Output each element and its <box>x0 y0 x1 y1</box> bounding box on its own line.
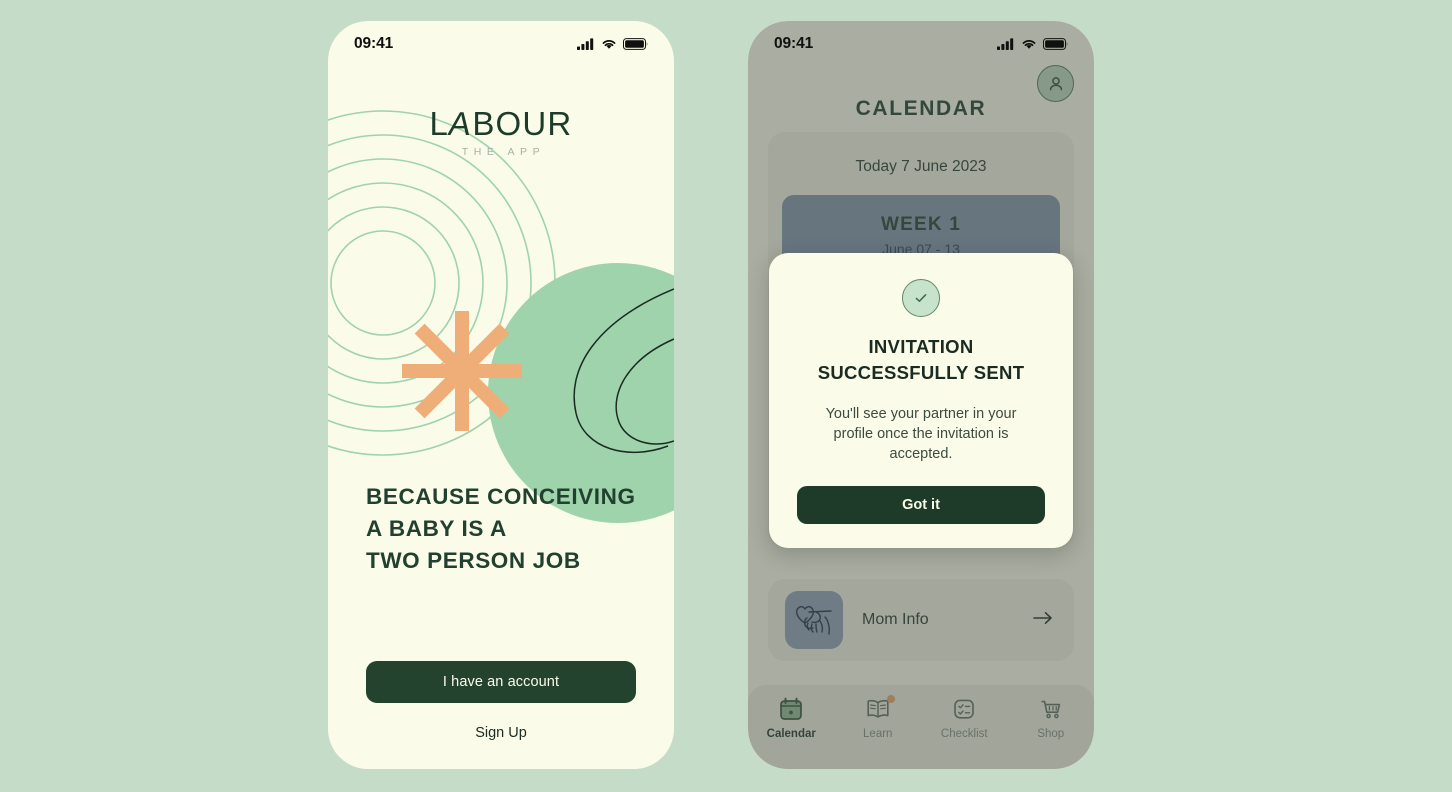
logo-tagline: THE APP <box>461 146 546 158</box>
status-time: 09:41 <box>774 35 814 52</box>
status-icons <box>997 38 1068 50</box>
eight-point-star-graphic <box>402 311 522 431</box>
wifi-icon <box>602 40 616 49</box>
headline-line-2: A BABY IS A <box>366 516 507 542</box>
signal-bars-icon <box>577 38 594 50</box>
status-bar-right: 09:41 <box>748 21 1094 67</box>
i-have-an-account-button[interactable]: I have an account <box>366 661 636 703</box>
logo-letters-rest: BOUR <box>472 105 573 142</box>
nested-curve-lines-graphic <box>573 288 674 453</box>
modal-body-text: You'll see your partner in your profile … <box>825 405 1017 462</box>
app-logo: LABOUR THE APP <box>328 105 674 158</box>
signal-bars-icon <box>997 38 1014 50</box>
status-time: 09:41 <box>354 35 394 52</box>
invitation-sent-modal: INVITATION SUCCESSFULLY SENT You'll see … <box>769 253 1073 548</box>
checkmark-circle-icon <box>902 279 940 317</box>
headline-line-1: BECAUSE CONCEIVING <box>366 484 636 509</box>
headline-line-3: TWO PERSON JOB <box>366 548 581 574</box>
calendar-screen: CALENDAR Today 7 June 2023 WEEK 1 June 0… <box>748 21 1094 769</box>
phone-left-onboarding: 09:41 LABOUR THE APP BECAUSE CONCEIVING … <box>328 21 674 769</box>
onboarding-actions: I have an account Sign Up <box>328 661 674 741</box>
onboarding-headline: BECAUSE CONCEIVING A BABY IS A TWO PERSO… <box>366 481 650 578</box>
sign-up-link[interactable]: Sign Up <box>366 725 636 741</box>
concentric-rings-graphic <box>328 110 556 456</box>
got-it-button[interactable]: Got it <box>797 485 1045 524</box>
phone-right-calendar: CALENDAR Today 7 June 2023 WEEK 1 June 0… <box>748 21 1094 769</box>
battery-full-icon <box>623 38 648 50</box>
screenshot-canvas: 09:41 LABOUR THE APP BECAUSE CONCEIVING … <box>0 0 1452 792</box>
logo-wordmark: LABOUR <box>328 105 674 142</box>
modal-title: INVITATION SUCCESSFULLY SENT <box>817 336 1025 384</box>
battery-full-icon <box>1043 38 1068 50</box>
status-icons <box>577 38 648 50</box>
status-bar-left: 09:41 <box>328 21 674 67</box>
wifi-icon <box>1022 40 1036 49</box>
logo-letter-a: A <box>446 105 476 142</box>
